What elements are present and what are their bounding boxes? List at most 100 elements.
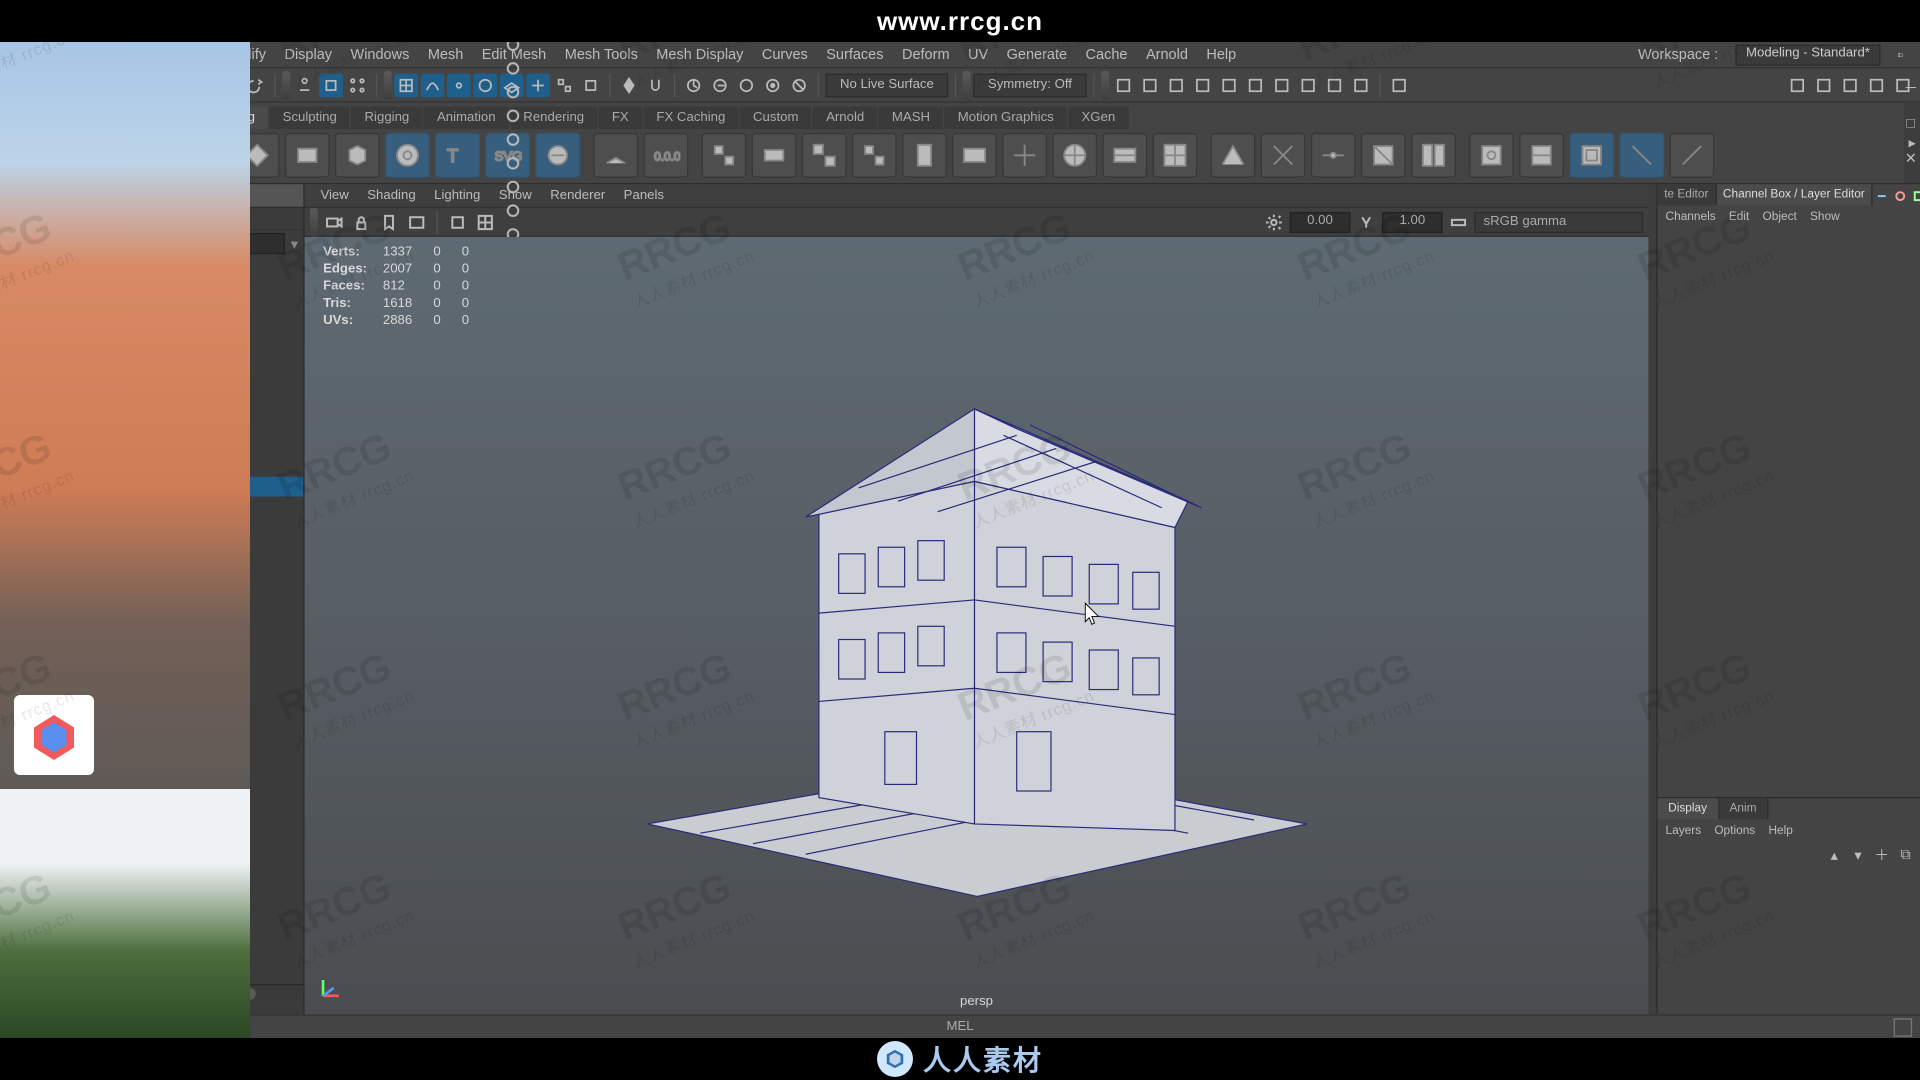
layer-move-down-icon[interactable]: ▾ <box>1849 846 1867 864</box>
shelf-tab-xgen[interactable]: XGen <box>1068 106 1128 128</box>
shelf-button-18[interactable] <box>952 133 997 178</box>
shelf-button-11[interactable] <box>593 133 638 178</box>
vp-colorspace-selector[interactable]: sRGB gamma <box>1474 211 1643 232</box>
shelf-button-5[interactable] <box>285 133 330 178</box>
tab-display-layers[interactable]: Display <box>1658 798 1719 819</box>
shelf-tab-rigging[interactable]: Rigging <box>351 106 422 128</box>
menu-mesh-tools[interactable]: Mesh Tools <box>556 47 648 63</box>
group-handle-icon[interactable] <box>1101 70 1109 99</box>
vp-cm-icon[interactable] <box>1447 210 1471 234</box>
shelf-tab-animation[interactable]: Animation <box>424 106 509 128</box>
workspace-selector[interactable]: Modeling - Standard* <box>1735 44 1880 65</box>
window-minmax-icons[interactable]: ─□✕ <box>1902 71 1920 176</box>
shelf-button-30[interactable] <box>1569 133 1614 178</box>
cb-menu-show[interactable]: Show <box>1810 209 1840 222</box>
vp-lock-cam-icon[interactable] <box>349 210 373 234</box>
snap-settings-icon[interactable] <box>579 73 603 97</box>
vp-exposure-field[interactable]: 0.00 <box>1290 211 1351 232</box>
vp-imageplane-icon[interactable] <box>405 210 429 234</box>
cn-on-icon[interactable] <box>761 73 785 97</box>
snap-live-icon[interactable] <box>526 73 550 97</box>
snap-projected-icon[interactable] <box>473 73 497 97</box>
cn-output-icon[interactable] <box>708 73 732 97</box>
shelf-button-22[interactable] <box>1153 133 1198 178</box>
viewport[interactable]: Verts:133700Edges:200700Faces:81200Tris:… <box>305 237 1649 1014</box>
shelf-button-7[interactable] <box>385 133 430 178</box>
vp-gamma-field[interactable]: 1.00 <box>1382 211 1443 232</box>
menu-arnold[interactable]: Arnold <box>1137 47 1197 63</box>
vp-select-cam-icon[interactable] <box>322 210 346 234</box>
layer-move-up-icon[interactable]: ▴ <box>1825 846 1843 864</box>
magnet-icon[interactable] <box>644 73 668 97</box>
panel-layout-icon[interactable] <box>1387 73 1411 97</box>
script-editor-icon[interactable] <box>1894 1018 1912 1036</box>
shelf-button-29[interactable] <box>1519 133 1564 178</box>
playblast-icon[interactable] <box>1322 73 1346 97</box>
shelf-button-28[interactable] <box>1469 133 1514 178</box>
render-globe-icon[interactable] <box>1217 73 1241 97</box>
sidebar-toggle-icon[interactable] <box>1888 43 1912 67</box>
render-frame-icon[interactable] <box>1138 73 1162 97</box>
vp-ao-icon[interactable] <box>501 103 525 127</box>
snap-curve-icon[interactable] <box>421 73 445 97</box>
vp-menu-panels[interactable]: Panels <box>624 188 664 202</box>
vp-gear-icon[interactable] <box>1262 210 1286 234</box>
menu-curves[interactable]: Curves <box>753 47 817 63</box>
select-hierarchy-icon[interactable] <box>293 73 317 97</box>
vp-bookmark-icon[interactable] <box>377 210 401 234</box>
shelf-button-17[interactable] <box>902 133 947 178</box>
shelf-tab-sculpting[interactable]: Sculpting <box>269 106 350 128</box>
cn-nondef-icon[interactable] <box>735 73 759 97</box>
script-lang-label[interactable]: MEL <box>946 1020 973 1034</box>
shelf-button-21[interactable] <box>1102 133 1147 178</box>
cb-menu-channels[interactable]: Channels <box>1666 209 1716 222</box>
chevron-down-icon[interactable]: ▾ <box>291 235 298 252</box>
make-live-icon[interactable] <box>617 73 641 97</box>
symmetry-selector[interactable]: Symmetry: Off <box>973 73 1086 97</box>
shelf-button-25[interactable] <box>1311 133 1356 178</box>
snap-grid-icon[interactable] <box>394 73 418 97</box>
snap-toggle-icon[interactable] <box>553 73 577 97</box>
group-handle-icon[interactable] <box>310 207 318 236</box>
shelf-button-23[interactable] <box>1211 133 1256 178</box>
ipr-icon[interactable] <box>1164 73 1188 97</box>
vp-lights-icon[interactable] <box>501 56 525 80</box>
menu-uv[interactable]: UV <box>959 47 998 63</box>
render-settings-icon[interactable] <box>1243 73 1267 97</box>
toggle-a-icon[interactable] <box>1786 73 1810 97</box>
live-surface-field[interactable]: No Live Surface <box>826 73 949 97</box>
vp-motion-icon[interactable] <box>501 151 525 175</box>
le-menu-options[interactable]: Options <box>1714 823 1755 836</box>
shelf-tab-arnold[interactable]: Arnold <box>813 106 877 128</box>
vp-aa-icon[interactable] <box>501 127 525 151</box>
layer-new-empty-icon[interactable]: ＋ <box>1873 846 1891 864</box>
group-handle-icon[interactable] <box>282 70 290 99</box>
shelf-button-27[interactable] <box>1411 133 1456 178</box>
tab-anim-layers[interactable]: Anim <box>1719 798 1768 819</box>
shelf-button-20[interactable] <box>1052 133 1097 178</box>
snap-point-icon[interactable] <box>447 73 471 97</box>
vp-gamma-icon[interactable] <box>1354 210 1378 234</box>
tab-channel-box[interactable]: Channel Box / Layer Editor <box>1716 184 1872 205</box>
layer-new-selected-icon[interactable]: ⧉ <box>1896 846 1914 864</box>
shelf-tab-motion-graphics[interactable]: Motion Graphics <box>945 106 1067 128</box>
vp-menu-shading[interactable]: Shading <box>367 188 415 202</box>
vp-isolate-icon[interactable] <box>501 174 525 198</box>
toggle-b-icon[interactable] <box>1812 73 1836 97</box>
menu-windows[interactable]: Windows <box>341 47 418 63</box>
shelf-button-16[interactable] <box>852 133 897 178</box>
select-object-icon[interactable] <box>319 73 343 97</box>
light-editor-icon[interactable] <box>1296 73 1320 97</box>
group-handle-icon[interactable] <box>384 70 392 99</box>
cn-input-icon[interactable] <box>682 73 706 97</box>
menu-deform[interactable]: Deform <box>893 47 959 63</box>
shelf-button-12[interactable]: 0.0.0 <box>644 133 689 178</box>
shelf-button-31[interactable] <box>1619 133 1664 178</box>
shelf-button-15[interactable] <box>802 133 847 178</box>
shelf-button-6[interactable] <box>335 133 380 178</box>
select-component-icon[interactable] <box>345 73 369 97</box>
menu-surfaces[interactable]: Surfaces <box>817 47 893 63</box>
toggle-d-icon[interactable] <box>1865 73 1889 97</box>
pause-icon[interactable] <box>1349 73 1373 97</box>
render-region-icon[interactable] <box>1191 73 1215 97</box>
